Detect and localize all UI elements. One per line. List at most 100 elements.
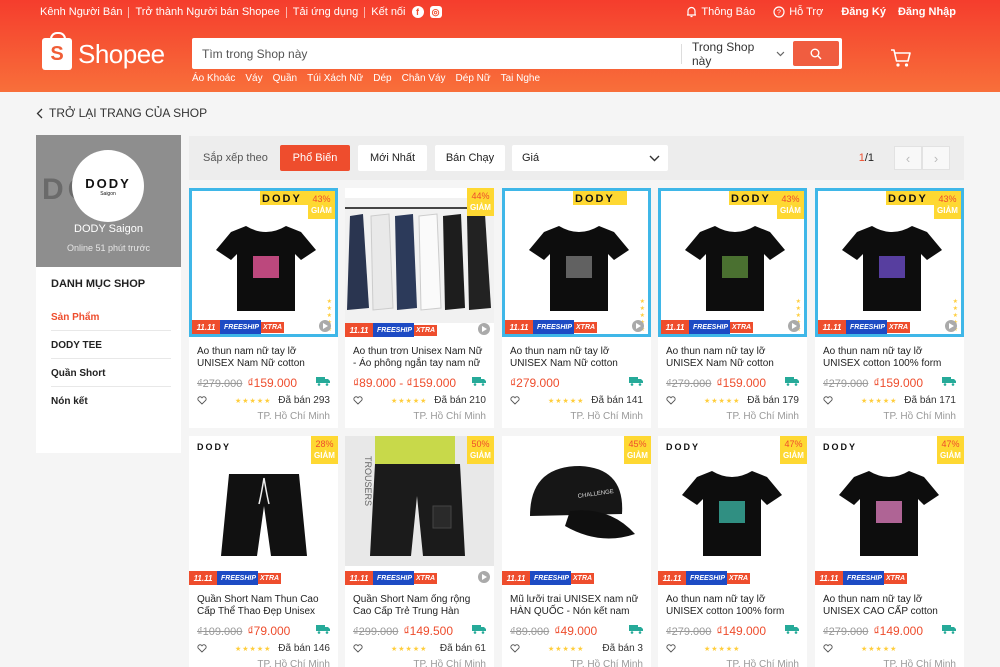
product-card[interactable]: CHALLENGE 45% GIẢM 11.11 FREESHIP XTRA Mũ… <box>502 436 651 667</box>
heart-icon[interactable] <box>353 644 363 653</box>
become-seller-link[interactable]: Trở thành Người bán Shopee <box>135 6 279 18</box>
heart-icon[interactable] <box>823 396 833 405</box>
download-app-link[interactable]: Tải ứng dụng <box>293 6 358 18</box>
product-image[interactable]: DODY 47% GIẢM 11.11 FREESHIP XTRA <box>658 436 807 585</box>
product-card[interactable]: DODY ★★★★★ 11.11 FREESHIP XTRA Áo thun n… <box>502 188 651 428</box>
product-price: ₫279.000 ₫149.000 <box>666 624 800 638</box>
keyword-link[interactable]: Áo Khoác <box>192 73 235 84</box>
product-location: TP. Hồ Chí Minh <box>413 659 486 667</box>
product-name[interactable]: Áo thun nam nữ tay lỡ UNISEX cotton 100%… <box>823 346 957 370</box>
discount-percent: 44% <box>471 191 490 201</box>
freeship-badge: FREESHIP <box>217 571 259 585</box>
heart-icon[interactable] <box>510 644 520 653</box>
play-video-icon[interactable] <box>478 571 490 583</box>
product-image[interactable]: 44% GIẢM 11.11 FREESHIP XTRA <box>345 188 494 337</box>
product-card[interactable]: 44% GIẢM 11.11 FREESHIP XTRA Áo thun trơn… <box>345 188 494 428</box>
seller-channel-link[interactable]: Kênh Người Bán <box>40 6 122 18</box>
product-card[interactable]: DODY 43% GIẢM ★★★★★ 11.11 FREESHIP XTRA Á… <box>815 188 964 428</box>
shop-avatar[interactable]: DODY Saigon <box>72 150 144 222</box>
keyword-link[interactable]: Dép Nữ <box>456 73 491 84</box>
product-image[interactable]: DODY 28% GIẢM 11.11 FREESHIP XTRA <box>189 436 338 585</box>
category-item-products[interactable]: Sản Phẩm <box>51 312 171 331</box>
heart-icon[interactable] <box>823 644 833 653</box>
search-button[interactable] <box>793 41 839 66</box>
product-card[interactable]: DODY 43% GIẢM ★★★★★ 11.11 FREESHIP XTRA Á… <box>658 188 807 428</box>
sort-popular-button[interactable]: Phổ Biến <box>280 145 350 171</box>
prev-page-button[interactable]: ‹ <box>894 146 922 170</box>
product-image[interactable]: TROUSERS 50% GIẢM 11.11 FREESHIP XTRA <box>345 436 494 585</box>
product-name[interactable]: Áo thun trơn Unisex Nam Nữ - Áo phông ng… <box>353 346 487 370</box>
product-name[interactable]: Áo thun nam nữ tay lỡ UNISEX cotton 100%… <box>666 594 800 618</box>
notifications-label: Thông Báo <box>701 6 756 18</box>
instagram-icon[interactable]: ◎ <box>429 6 442 18</box>
notifications-link[interactable]: Thông Báo <box>686 6 755 18</box>
sort-price-dropdown[interactable]: Giá <box>512 145 668 171</box>
heart-icon[interactable] <box>666 644 676 653</box>
avatar-brand-sub: Saigon <box>100 190 116 197</box>
rating-stars: ★★★★★ <box>861 646 898 653</box>
product-card[interactable]: DODY 28% GIẢM 11.11 FREESHIP XTRA Quần Sh… <box>189 436 338 667</box>
play-video-icon[interactable] <box>945 320 957 332</box>
play-video-icon[interactable] <box>319 320 331 332</box>
product-image[interactable]: CHALLENGE 45% GIẢM 11.11 FREESHIP XTRA <box>502 436 651 585</box>
product-name[interactable]: Áo thun nam nữ tay lỡ UNISEX Nam Nữ cott… <box>510 346 644 370</box>
heart-icon[interactable] <box>666 396 676 405</box>
keyword-link[interactable]: Váy <box>245 73 262 84</box>
keyword-link[interactable]: Túi Xách Nữ <box>307 73 363 84</box>
shop-name[interactable]: DODY Saigon <box>36 223 181 235</box>
play-video-icon[interactable] <box>788 320 800 332</box>
keyword-link[interactable]: Tai Nghe <box>501 73 540 84</box>
facebook-icon[interactable]: f <box>411 6 424 18</box>
shop-categories: DANH MỤC SHOP Sản Phẩm DODY TEE Quần Sho… <box>36 267 181 453</box>
register-link[interactable]: Đăng Ký <box>841 6 886 18</box>
product-image[interactable]: DODY ★★★★★ 11.11 FREESHIP XTRA <box>502 188 651 337</box>
product-card[interactable]: TROUSERS 50% GIẢM 11.11 FREESHIP XTRA Quầ… <box>345 436 494 667</box>
discount-percent: 47% <box>784 439 803 449</box>
category-item-caps[interactable]: Nón kết <box>51 396 171 414</box>
keyword-link[interactable]: Dép <box>373 73 391 84</box>
product-image[interactable]: DODY 43%GIẢM ★★★★★ 11.11 FREESHIP XTRA <box>815 188 964 337</box>
sale-price: ₫49.000 <box>554 624 598 638</box>
search-scope-dropdown[interactable]: Trong Shop này <box>681 40 793 68</box>
product-location: TP. Hồ Chí Minh <box>570 659 643 667</box>
product-image[interactable]: DODY 43%GIẢM ★★★★★ 11.11 FREESHIP XTRA <box>189 188 338 337</box>
freeship-badge: FREESHIP <box>843 571 885 585</box>
rating-stars: ★★★★★ <box>704 398 741 405</box>
product-name[interactable]: Quần Short Nam Thun Cao Cấp Thể Thao Đẹp… <box>197 594 331 618</box>
sale-1111-badge: 11.11 <box>505 320 533 334</box>
next-page-button[interactable]: › <box>922 146 950 170</box>
shopee-logo[interactable]: S Shopee <box>42 32 165 70</box>
heart-icon[interactable] <box>510 396 520 405</box>
product-name[interactable]: Mũ lưỡi trai UNISEX nam nữ HÀN QUỐC - Nó… <box>510 594 644 618</box>
heart-icon[interactable] <box>197 644 207 653</box>
original-price: ₫279.000 <box>823 626 869 638</box>
free-shipping-truck-icon <box>942 377 956 386</box>
heart-icon[interactable] <box>197 396 207 405</box>
discount-percent: 43% <box>312 194 331 204</box>
category-item-shorts[interactable]: Quần Short <box>51 368 171 387</box>
product-card[interactable]: DODY 47% GIẢM 11.11 FREESHIP XTRA Áo thun… <box>815 436 964 667</box>
keyword-link[interactable]: Chân Váy <box>402 73 446 84</box>
back-to-shop-link[interactable]: TRỞ LẠI TRANG CỦA SHOP <box>36 106 207 120</box>
keyword-link[interactable]: Quần <box>273 73 297 84</box>
product-name[interactable]: Áo thun nam nữ tay lỡ UNISEX Nam Nữ cott… <box>666 346 800 370</box>
help-link[interactable]: ? Hỗ Trợ <box>773 6 823 18</box>
play-video-icon[interactable] <box>632 320 644 332</box>
cart-icon[interactable] <box>890 48 912 68</box>
login-link[interactable]: Đăng Nhập <box>898 6 956 18</box>
promo-strip: 11.11 FREESHIP XTRA <box>661 320 804 334</box>
product-card[interactable]: DODY 43% GIẢM ★★★★★ 11.11 FREESHIP XTRA Á… <box>189 188 338 428</box>
play-video-icon[interactable] <box>478 323 490 335</box>
product-name[interactable]: Quần Short Nam ống rộng Cao Cấp Trẻ Trun… <box>353 594 487 618</box>
sort-bestselling-button[interactable]: Bán Chạy <box>435 145 505 171</box>
product-image[interactable]: DODY 43%GIẢM ★★★★★ 11.11 FREESHIP XTRA <box>658 188 807 337</box>
product-card[interactable]: DODY 47% GIẢM 11.11 FREESHIP XTRA Áo thun… <box>658 436 807 667</box>
sort-newest-button[interactable]: Mới Nhất <box>358 145 427 171</box>
freeship-label: FREESHIP <box>534 574 570 582</box>
product-name[interactable]: Áo thun nam nữ tay lỡ UNISEX CAO CẤP cot… <box>823 594 957 618</box>
product-name[interactable]: Áo thun nam nữ tay lỡ UNISEX Nam Nữ cott… <box>197 346 331 370</box>
category-item-dody-tee[interactable]: DODY TEE <box>51 340 171 359</box>
heart-icon[interactable] <box>353 396 363 405</box>
product-image[interactable]: DODY 47% GIẢM 11.11 FREESHIP XTRA <box>815 436 964 585</box>
search-input[interactable] <box>192 38 681 69</box>
